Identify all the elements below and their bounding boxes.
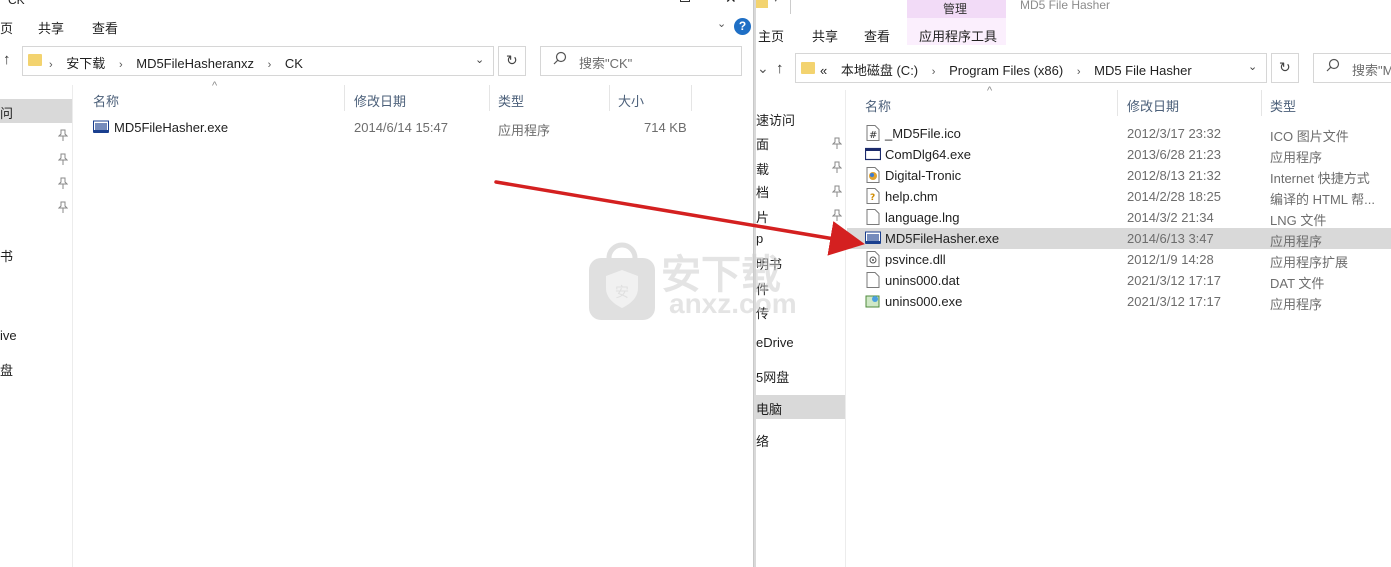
drag-arrow — [494, 180, 865, 256]
red-arrow-line — [494, 180, 865, 256]
